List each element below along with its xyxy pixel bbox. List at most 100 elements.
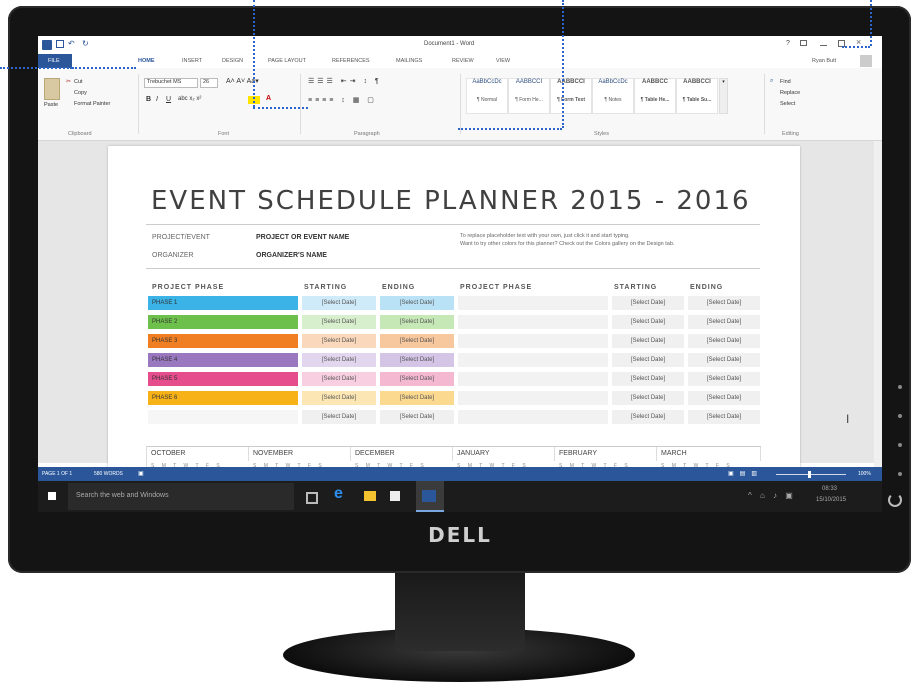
month-january[interactable]: JANUARY <box>453 447 555 461</box>
style-form-heading[interactable]: AABBCCI ¶ Form He... <box>508 78 550 114</box>
font-color-icon[interactable]: A <box>266 95 271 102</box>
right-start-date[interactable]: [Select Date] <box>612 334 684 348</box>
phase-start-date[interactable]: [Select Date] <box>302 372 376 386</box>
month-december[interactable]: DECEMBER <box>351 447 453 461</box>
right-start-date[interactable]: [Select Date] <box>612 391 684 405</box>
style-form-text[interactable]: AABBCCI ¶ Form Text <box>550 78 592 114</box>
zoom-level[interactable]: 100% <box>858 471 871 477</box>
style-notes[interactable]: AaBbCcDc ¶ Notes <box>592 78 634 114</box>
month-october[interactable]: OCTOBER <box>147 447 249 461</box>
right-phase-row[interactable] <box>458 315 608 329</box>
right-phase-row[interactable] <box>458 353 608 367</box>
tab-view[interactable]: VIEW <box>496 58 510 64</box>
monitor-button-icon[interactable] <box>898 414 902 418</box>
copy-button[interactable]: Copy <box>74 90 87 96</box>
task-view-icon[interactable] <box>306 492 318 504</box>
style-table-heading[interactable]: AABBCC ¶ Table He... <box>634 78 676 114</box>
zoom-slider-thumb[interactable] <box>808 471 811 478</box>
phase-end-date[interactable]: [Select Date] <box>380 391 454 405</box>
phase-row-empty[interactable] <box>148 410 298 424</box>
system-tray-icons[interactable]: ^ ⌂ ♪ ▣ <box>748 491 796 500</box>
tab-references[interactable]: REFERENCES <box>332 58 370 64</box>
tab-page-layout[interactable]: PAGE LAYOUT <box>268 58 306 64</box>
right-phase-row[interactable] <box>458 296 608 310</box>
help-icon[interactable]: ? <box>786 40 790 47</box>
bold-icon[interactable]: B <box>146 96 151 103</box>
phase-row-label[interactable]: PHASE 1 <box>148 296 298 310</box>
phase-end-date[interactable]: [Select Date] <box>380 353 454 367</box>
right-start-date[interactable]: [Select Date] <box>612 296 684 310</box>
word-count[interactable]: 580 WORDS <box>94 471 123 477</box>
phase-row-label[interactable]: PHASE 6 <box>148 391 298 405</box>
right-phase-row[interactable] <box>458 334 608 348</box>
phase-end-date[interactable]: [Select Date] <box>380 315 454 329</box>
phase-start-date[interactable]: [Select Date] <box>302 315 376 329</box>
styles-more-icon[interactable]: ▾ <box>719 78 728 114</box>
right-end-date[interactable]: [Select Date] <box>688 315 760 329</box>
store-icon[interactable] <box>390 491 400 501</box>
strikethrough-icon[interactable]: abc x₂ x² <box>178 96 201 102</box>
ribbon-display-icon[interactable] <box>800 40 807 46</box>
power-icon[interactable] <box>888 493 902 507</box>
month-november[interactable]: NOVEMBER <box>249 447 351 461</box>
page-title[interactable]: EVENT SCHEDULE PLANNER 2015 - 2016 <box>151 186 751 216</box>
phase-row-label[interactable]: PHASE 2 <box>148 315 298 329</box>
paste-icon[interactable] <box>44 78 60 100</box>
month-march[interactable]: MARCH <box>657 447 761 461</box>
organizer-value[interactable]: ORGANIZER'S NAME <box>256 252 327 259</box>
phase-row-label[interactable]: PHASE 3 <box>148 334 298 348</box>
vertical-scrollbar[interactable] <box>874 141 882 467</box>
tab-design[interactable]: DESIGN <box>222 58 243 64</box>
proofing-icon[interactable]: ▣ <box>138 470 144 477</box>
paste-button[interactable]: Paste <box>44 102 58 108</box>
phase-start-date[interactable]: [Select Date] <box>302 334 376 348</box>
right-phase-row[interactable] <box>458 410 608 424</box>
monitor-button-icon[interactable] <box>898 443 902 447</box>
find-button[interactable]: Find <box>780 79 791 85</box>
style-table-subheading[interactable]: AABBCCI ¶ Table Su... <box>676 78 718 114</box>
replace-button[interactable]: Replace <box>780 90 800 96</box>
windows-start-icon[interactable] <box>48 492 56 500</box>
tab-home[interactable]: HOME <box>138 58 155 64</box>
right-start-date[interactable]: [Select Date] <box>612 353 684 367</box>
minimize-icon[interactable] <box>820 45 827 46</box>
phase-end-date[interactable]: [Select Date] <box>380 296 454 310</box>
cut-icon[interactable]: ✂ <box>66 78 71 85</box>
font-size-select[interactable]: 26 <box>200 78 218 88</box>
project-value[interactable]: PROJECT OR EVENT NAME <box>256 234 349 241</box>
save-icon[interactable] <box>56 40 64 48</box>
right-end-date[interactable]: [Select Date] <box>688 410 760 424</box>
right-end-date[interactable]: [Select Date] <box>688 296 760 310</box>
right-phase-row[interactable] <box>458 391 608 405</box>
avatar[interactable] <box>860 55 872 67</box>
user-name[interactable]: Ryan Butt <box>812 58 836 64</box>
phase-start-date[interactable]: [Select Date] <box>302 296 376 310</box>
search-input[interactable]: Search the web and Windows <box>76 492 169 499</box>
word-taskbar-icon[interactable] <box>422 490 436 502</box>
right-start-date[interactable]: [Select Date] <box>612 372 684 386</box>
monitor-button-icon[interactable] <box>898 385 902 389</box>
clock-time[interactable]: 08:33 <box>822 486 837 492</box>
phase-start-date[interactable]: [Select Date] <box>302 353 376 367</box>
right-end-date[interactable]: [Select Date] <box>688 334 760 348</box>
monitor-button-icon[interactable] <box>898 472 902 476</box>
bullets-icon[interactable]: ☰☰☰ ⇤⇥ ↕ ¶ <box>308 77 382 85</box>
month-february[interactable]: FEBRUARY <box>555 447 657 461</box>
tab-mailings[interactable]: MAILINGS <box>396 58 422 64</box>
right-start-date[interactable]: [Select Date] <box>612 315 684 329</box>
style-normal[interactable]: AaBbCcDc ¶ Normal <box>466 78 508 114</box>
italic-icon[interactable]: I <box>156 96 158 103</box>
tab-insert[interactable]: INSERT <box>182 58 202 64</box>
phase-row-label[interactable]: PHASE 5 <box>148 372 298 386</box>
phase-start-date[interactable]: [Select Date] <box>302 391 376 405</box>
phase-row-label[interactable]: PHASE 4 <box>148 353 298 367</box>
font-name-select[interactable]: Trebuchet MS <box>144 78 198 88</box>
file-explorer-icon[interactable] <box>364 491 376 501</box>
clock-date[interactable]: 15/10/2015 <box>816 497 846 503</box>
right-start-date[interactable]: [Select Date] <box>612 410 684 424</box>
undo-icon[interactable]: ↶ <box>68 39 75 48</box>
document-page[interactable]: EVENT SCHEDULE PLANNER 2015 - 2016 PROJE… <box>108 146 800 477</box>
edge-icon[interactable]: e <box>334 485 350 502</box>
select-button[interactable]: Select <box>780 101 795 107</box>
phase-end-date[interactable]: [Select Date] <box>380 334 454 348</box>
